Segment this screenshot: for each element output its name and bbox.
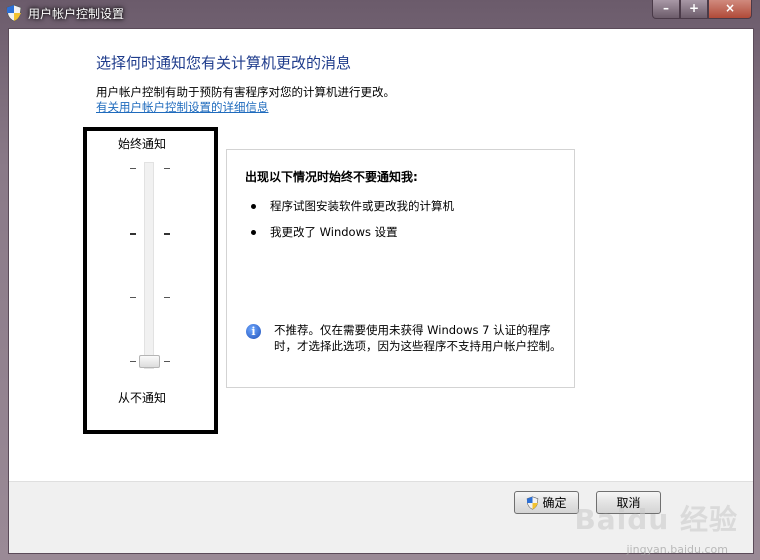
maximize-button[interactable]: + <box>680 0 708 19</box>
info-icon: i <box>246 324 261 339</box>
info-heading: 出现以下情况时始终不要通知我: <box>245 170 418 184</box>
help-link[interactable]: 有关用户帐户控制设置的详细信息 <box>96 99 269 115</box>
watermark-url: jingyan.baidu.com <box>626 543 728 556</box>
slider-tick <box>164 361 170 362</box>
window-title: 用户帐户控制设置 <box>28 7 125 21</box>
page-title: 选择何时通知您有关计算机更改的消息 <box>96 54 352 72</box>
ok-label: 确定 <box>542 496 567 510</box>
slider-tick <box>164 297 170 298</box>
slider-tick <box>130 361 136 362</box>
recommendation-note: 不推荐。仅在需要使用未获得 Windows 7 认证的程序时，才选择此选项，因为… <box>274 323 562 353</box>
minimize-button[interactable]: – <box>652 0 680 19</box>
list-item: 程序试图安装软件或更改我的计算机 <box>251 198 454 214</box>
window-controls: – + × <box>652 0 752 19</box>
slider-bottom-label: 从不通知 <box>118 391 167 405</box>
slider-tick <box>164 233 170 235</box>
bullet-text: 我更改了 Windows 设置 <box>270 225 398 239</box>
list-item: 我更改了 Windows 设置 <box>251 224 398 240</box>
setting-info-panel: 出现以下情况时始终不要通知我: 程序试图安装软件或更改我的计算机 我更改了 Wi… <box>226 149 575 388</box>
slider-tick <box>130 233 136 235</box>
bullet-text: 程序试图安装软件或更改我的计算机 <box>270 199 454 213</box>
slider-track[interactable] <box>144 162 154 369</box>
slider-tick <box>130 297 136 298</box>
slider-tick <box>164 168 170 169</box>
uac-shield-icon <box>527 495 539 510</box>
bullet-icon <box>251 204 256 209</box>
uac-settings-window: 用户帐户控制设置 – + × 选择何时通知您有关计算机更改的消息 用户帐户控制有… <box>0 0 760 560</box>
dialog-content: 选择何时通知您有关计算机更改的消息 用户帐户控制有助于预防有害程序对您的计算机进… <box>8 28 754 554</box>
close-button[interactable]: × <box>708 0 752 19</box>
ok-button[interactable]: 确定 <box>514 491 579 514</box>
notification-slider-panel: 始终通知 从不通知 <box>83 127 218 434</box>
title-bar[interactable]: 用户帐户控制设置 – + × <box>0 0 760 26</box>
bullet-icon <box>251 230 256 235</box>
watermark-logo: Baidu 经验 <box>574 503 738 536</box>
uac-shield-icon <box>6 4 22 22</box>
slider-thumb[interactable] <box>139 355 160 368</box>
description-text: 用户帐户控制有助于预防有害程序对您的计算机进行更改。 <box>96 85 395 99</box>
slider-top-label: 始终通知 <box>118 137 167 151</box>
slider-tick <box>130 168 136 169</box>
